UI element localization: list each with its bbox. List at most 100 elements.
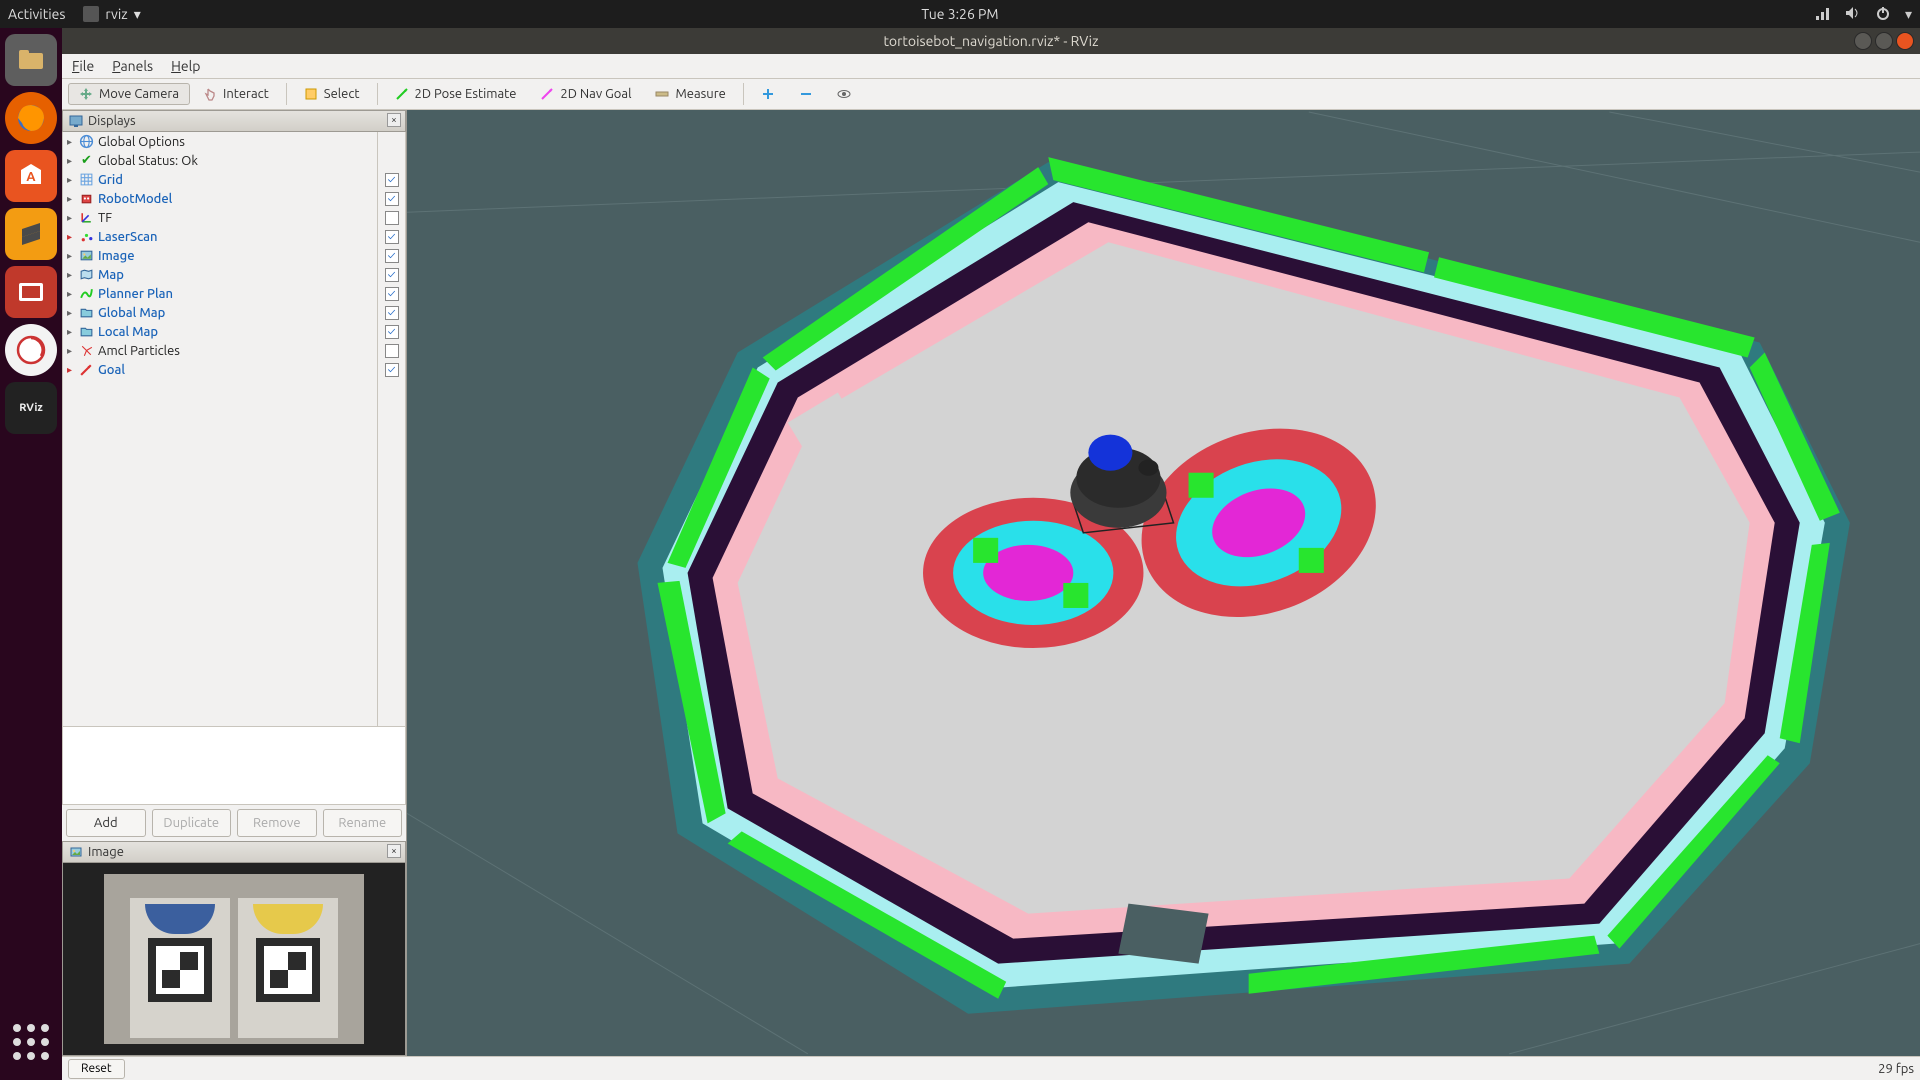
camera-image-content [104, 874, 364, 1044]
window-titlebar[interactable]: tortoisebot_navigation.rviz* - RViz [62, 28, 1920, 54]
globalmap-checkbox[interactable]: ✓ [385, 303, 399, 322]
clock[interactable]: Tue 3:26 PM [921, 6, 998, 22]
minimize-button[interactable] [1854, 32, 1872, 50]
ubuntu-launcher: A RViz [0, 28, 62, 1080]
image-checkbox[interactable]: ✓ [385, 246, 399, 265]
tool-interact-label: Interact [223, 87, 269, 101]
image-panel-title: Image [88, 845, 124, 859]
tf-checkbox[interactable] [385, 208, 399, 227]
tree-item-image[interactable]: ▸Image [63, 246, 377, 265]
svg-text:A: A [26, 170, 36, 184]
folder-icon [79, 306, 94, 320]
rviz-window: tortoisebot_navigation.rviz* - RViz File… [62, 28, 1920, 1080]
tree-item-grid[interactable]: ▸Grid [63, 170, 377, 189]
nav-goal-icon [540, 87, 554, 101]
add-button[interactable]: Add [66, 809, 146, 837]
tree-item-laserscan[interactable]: ▸LaserScan [63, 227, 377, 246]
fiducial-marker-right [238, 898, 338, 1038]
map-checkbox[interactable]: ✓ [385, 265, 399, 284]
launcher-screenshot[interactable] [5, 266, 57, 318]
tool-measure[interactable]: Measure [644, 83, 736, 105]
tool-move-camera[interactable]: Move Camera [68, 83, 190, 105]
launcher-software[interactable]: A [5, 150, 57, 202]
launcher-firefox[interactable] [5, 92, 57, 144]
aruco-icon [256, 938, 320, 1002]
launcher-rviz[interactable]: RViz [5, 382, 57, 434]
image-panel-header[interactable]: Image × [62, 841, 406, 863]
window-title: tortoisebot_navigation.rviz* - RViz [883, 33, 1098, 49]
grid-checkbox[interactable]: ✓ [385, 170, 399, 189]
tree-item-global-status[interactable]: ▸✔Global Status: Ok [63, 151, 377, 170]
tree-item-local-map[interactable]: ▸Local Map [63, 322, 377, 341]
launcher-settings[interactable] [5, 324, 57, 376]
grid-icon [79, 173, 94, 187]
menu-file[interactable]: File [72, 58, 94, 74]
focus-minus-icon [799, 87, 813, 101]
3d-viewport[interactable] [407, 110, 1920, 1056]
tree-item-map[interactable]: ▸Map [63, 265, 377, 284]
tree-item-global-map[interactable]: ▸Global Map [63, 303, 377, 322]
menubar: File Panels Help [62, 54, 1920, 80]
pose-estimate-icon [395, 87, 409, 101]
tool-pose-estimate-label: 2D Pose Estimate [415, 87, 517, 101]
rename-button[interactable]: Rename [323, 809, 403, 837]
volume-icon[interactable] [1845, 5, 1861, 24]
tool-2d-pose-estimate[interactable]: 2D Pose Estimate [384, 83, 528, 105]
amcl-checkbox[interactable] [385, 341, 399, 360]
menu-help[interactable]: Help [171, 58, 200, 74]
chevron-down-icon: ▾ [134, 6, 141, 23]
tool-interact[interactable]: Interact [192, 83, 280, 105]
launcher-files[interactable] [5, 34, 57, 86]
tool-2d-nav-goal[interactable]: 2D Nav Goal [529, 83, 642, 105]
tree-label: Planner Plan [98, 287, 173, 301]
tool-move-camera-label: Move Camera [99, 87, 179, 101]
image-header-icon [69, 845, 83, 859]
tree-label: Grid [98, 173, 123, 187]
app-indicator-label: rviz [105, 6, 127, 22]
interact-icon [203, 87, 217, 101]
plannerplan-checkbox[interactable]: ✓ [385, 284, 399, 303]
tree-label: Global Map [98, 306, 165, 320]
activities-button[interactable]: Activities [8, 6, 65, 22]
camera-image-view[interactable] [62, 863, 406, 1056]
robotmodel-checkbox[interactable]: ✓ [385, 189, 399, 208]
tool-focus-add[interactable] [750, 83, 786, 105]
chevron-down-icon[interactable]: ▾ [1905, 6, 1912, 23]
app-indicator[interactable]: rviz ▾ [83, 6, 140, 23]
reset-button[interactable]: Reset [68, 1059, 125, 1079]
displays-button-row: Add Duplicate Remove Rename [62, 805, 406, 841]
tree-label: Image [98, 249, 135, 263]
laserscan-checkbox[interactable]: ✓ [385, 227, 399, 246]
tree-label: RobotModel [98, 192, 172, 206]
launcher-sublime[interactable] [5, 208, 57, 260]
power-icon[interactable] [1875, 5, 1891, 24]
tool-select[interactable]: Select [293, 83, 371, 105]
ok-check-icon: ✔ [79, 154, 94, 168]
localmap-checkbox[interactable]: ✓ [385, 322, 399, 341]
particles-icon [79, 344, 94, 358]
tree-item-amcl[interactable]: ▸Amcl Particles [63, 341, 377, 360]
tree-item-goal[interactable]: ▸Goal [63, 360, 377, 379]
folder-icon [79, 325, 94, 339]
tool-focus-remove[interactable] [788, 83, 824, 105]
fps-label: 29 fps [1878, 1062, 1914, 1076]
close-button[interactable] [1896, 32, 1914, 50]
network-icon[interactable] [1815, 5, 1831, 24]
tree-item-planner-plan[interactable]: ▸Planner Plan [63, 284, 377, 303]
menu-panels[interactable]: Panels [112, 58, 153, 74]
tree-item-robotmodel[interactable]: ▸RobotModel [63, 189, 377, 208]
tree-item-global-options[interactable]: ▸Global Options [63, 132, 377, 151]
goal-checkbox[interactable]: ✓ [385, 360, 399, 379]
displays-panel-header[interactable]: Displays × [62, 110, 406, 132]
maximize-button[interactable] [1875, 32, 1893, 50]
tree-label: Global Options [98, 135, 185, 149]
duplicate-button[interactable]: Duplicate [152, 809, 232, 837]
statusbar: Reset 29 fps [62, 1056, 1920, 1080]
displays-panel-close-icon[interactable]: × [387, 113, 401, 127]
image-panel-close-icon[interactable]: × [387, 844, 401, 858]
remove-button[interactable]: Remove [237, 809, 317, 837]
launcher-apps-grid[interactable] [5, 1016, 57, 1068]
toolbar: Move Camera Interact Select 2D Pose Esti… [62, 79, 1920, 110]
tool-focus-camera[interactable] [826, 83, 862, 105]
tree-item-tf[interactable]: ▸TF [63, 208, 377, 227]
